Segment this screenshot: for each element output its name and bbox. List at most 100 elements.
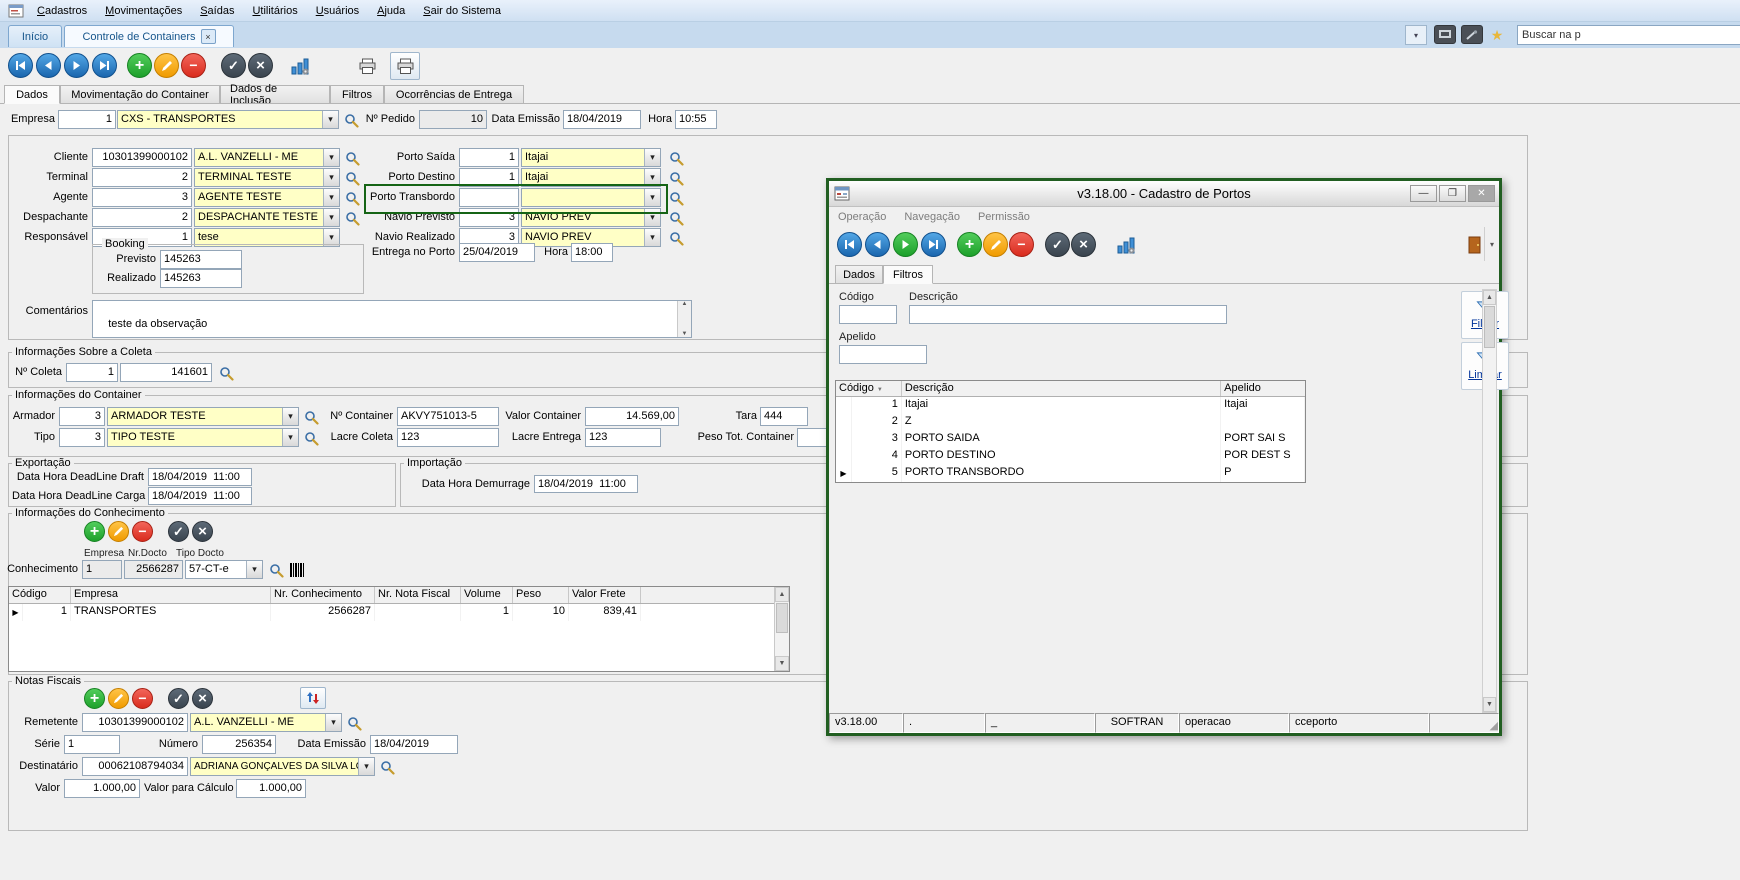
entrega-no-porto-date-field[interactable]: 25/04/2019 xyxy=(459,243,535,262)
cliente-combo[interactable]: A.L. VANZELLI - ME xyxy=(194,148,340,167)
porto-transbordo-combo[interactable] xyxy=(521,188,661,207)
porto-saida-code-field[interactable]: 1 xyxy=(459,148,519,167)
print-button[interactable] xyxy=(352,52,382,80)
destinatario-combo[interactable]: ADRIANA GONÇALVES DA SILVA LOPES xyxy=(190,757,375,776)
col-header-descricao[interactable]: Descrição xyxy=(902,381,1221,396)
conhecimento-search-button[interactable] xyxy=(266,560,286,580)
dialog-menu-permissao[interactable]: Permissão xyxy=(969,211,1039,223)
tab-close-icon[interactable]: × xyxy=(201,29,216,44)
scroll-up-icon[interactable] xyxy=(775,587,789,602)
notas-edit-button[interactable] xyxy=(108,688,129,709)
nf-data-emissao-field[interactable]: 18/04/2019 xyxy=(370,735,458,754)
add-record-button[interactable] xyxy=(127,53,152,78)
col-header-valor-frete[interactable]: Valor Frete xyxy=(569,587,641,603)
chevron-down-icon[interactable] xyxy=(644,189,660,206)
dialog-scrollbar[interactable] xyxy=(1482,289,1497,713)
dialog-nav-next-button[interactable] xyxy=(893,232,918,257)
resize-grip-icon[interactable]: ◢ xyxy=(1490,719,1498,732)
dialog-nav-last-button[interactable] xyxy=(921,232,946,257)
valor-container-field[interactable]: 14.569,00 xyxy=(585,407,679,426)
armador-search-button[interactable] xyxy=(301,407,321,427)
table-row[interactable]: 1 TRANSPORTES 2566287 1 10 839,41 xyxy=(9,604,789,621)
filter-apelido-input[interactable] xyxy=(839,345,927,364)
chevron-down-icon[interactable] xyxy=(325,714,341,731)
dialog-title-bar[interactable]: v3.18.00 - Cadastro de Portos — ❐ ✕ xyxy=(829,181,1499,207)
dialog-edit-button[interactable] xyxy=(983,232,1008,257)
print-preview-button[interactable] xyxy=(390,52,420,80)
terminal-code-field[interactable]: 2 xyxy=(92,168,192,187)
cancel-button[interactable] xyxy=(248,53,273,78)
booking-realizado-field[interactable]: 145263 xyxy=(160,269,242,288)
chart-button[interactable] xyxy=(285,52,315,80)
scroll-down-icon[interactable] xyxy=(775,656,789,671)
chevron-down-icon[interactable] xyxy=(358,758,374,775)
remetente-code-field[interactable]: 10301399000102 xyxy=(82,713,188,732)
nav-prev-button[interactable] xyxy=(36,53,61,78)
tab-ocorrencias-entrega[interactable]: Ocorrências de Entrega xyxy=(384,85,524,104)
dialog-nav-first-button[interactable] xyxy=(837,232,862,257)
dialog-nav-prev-button[interactable] xyxy=(865,232,890,257)
despachante-combo[interactable]: DESPACHANTE TESTE xyxy=(194,208,340,227)
comentarios-scrollbar[interactable]: ▲▼ xyxy=(677,301,691,337)
dialog-maximize-button[interactable]: ❐ xyxy=(1439,185,1466,202)
agente-code-field[interactable]: 3 xyxy=(92,188,192,207)
tab-movimentacao-container[interactable]: Movimentação do Container xyxy=(60,85,220,104)
scroll-thumb[interactable] xyxy=(776,603,788,633)
table-row[interactable]: 3 PORTO SAIDA PORT SAI S xyxy=(836,431,1305,448)
monitor-icon[interactable] xyxy=(1434,25,1456,44)
tab-inicio[interactable]: Início xyxy=(8,25,62,47)
serie-field[interactable]: 1 xyxy=(64,735,120,754)
dialog-add-button[interactable] xyxy=(957,232,982,257)
tab-dados[interactable]: Dados xyxy=(4,85,60,104)
booking-previsto-field[interactable]: 145263 xyxy=(160,250,242,269)
col-header-codigo[interactable]: Código xyxy=(836,381,902,396)
destinatario-search-button[interactable] xyxy=(377,757,397,777)
coleta-search-button[interactable] xyxy=(216,363,236,383)
favorite-star-icon[interactable]: ★ xyxy=(1488,25,1506,45)
conhecimento-grid-scrollbar[interactable] xyxy=(774,587,789,671)
porto-transbordo-code-field[interactable] xyxy=(459,188,519,207)
filter-codigo-input[interactable] xyxy=(839,305,897,324)
deadline-carga-field[interactable]: 18/04/2019 11:00 xyxy=(148,487,252,505)
table-row[interactable]: 4 PORTO DESTINO POR DEST S xyxy=(836,448,1305,465)
menu-cadastros[interactable]: Cadastros xyxy=(28,2,96,20)
scroll-up-icon[interactable]: ▲ xyxy=(682,301,688,307)
hora-field[interactable]: 10:55 xyxy=(675,110,717,129)
dialog-close-button[interactable]: ✕ xyxy=(1468,185,1495,202)
conhecimento-add-button[interactable] xyxy=(84,521,105,542)
menu-sair[interactable]: Sair do Sistema xyxy=(414,2,510,20)
chevron-down-icon[interactable] xyxy=(246,561,262,578)
notas-transfer-button[interactable] xyxy=(300,687,326,709)
chevron-down-icon[interactable] xyxy=(322,111,338,128)
terminal-combo[interactable]: TERMINAL TESTE xyxy=(194,168,340,187)
notas-confirm-button[interactable] xyxy=(168,688,189,709)
empresa-combo[interactable]: CXS - TRANSPORTES xyxy=(117,110,339,129)
cliente-code-field[interactable]: 10301399000102 xyxy=(92,148,192,167)
numero-field[interactable]: 256354 xyxy=(202,735,276,754)
search-input[interactable]: Buscar na p xyxy=(1517,25,1740,45)
comentarios-textarea[interactable]: teste da observação xyxy=(92,300,692,338)
col-header-apelido[interactable]: Apelido xyxy=(1221,381,1305,396)
empresa-search-button[interactable] xyxy=(341,110,361,130)
chevron-down-icon[interactable] xyxy=(323,209,339,226)
porto-saida-search-button[interactable] xyxy=(666,148,686,168)
tara-field[interactable]: 444 xyxy=(760,407,808,426)
navio-realizado-search-button[interactable] xyxy=(666,228,686,248)
valor-field[interactable]: 1.000,00 xyxy=(64,779,140,798)
dialog-delete-button[interactable] xyxy=(1009,232,1034,257)
dialog-menu-navegacao[interactable]: Navegação xyxy=(895,211,969,223)
col-header-volume[interactable]: Volume xyxy=(461,587,513,603)
dialog-chart-button[interactable] xyxy=(1111,231,1141,259)
conhecimento-confirm-button[interactable] xyxy=(168,521,189,542)
conhecimento-tipodocto-combo[interactable]: 57-CT-e xyxy=(185,560,263,579)
porto-transbordo-search-button[interactable] xyxy=(666,188,686,208)
col-header-empresa[interactable]: Empresa xyxy=(71,587,271,603)
tab-controle-de-containers[interactable]: Controle de Containers × xyxy=(64,25,234,47)
chevron-down-icon[interactable] xyxy=(282,429,298,446)
scroll-up-icon[interactable] xyxy=(1483,290,1496,305)
notas-delete-button[interactable] xyxy=(132,688,153,709)
navio-previsto-search-button[interactable] xyxy=(666,208,686,228)
empresa-code-field[interactable]: 1 xyxy=(58,110,116,129)
chevron-down-icon[interactable] xyxy=(323,169,339,186)
destinatario-code-field[interactable]: 00062108794034 xyxy=(82,757,188,776)
